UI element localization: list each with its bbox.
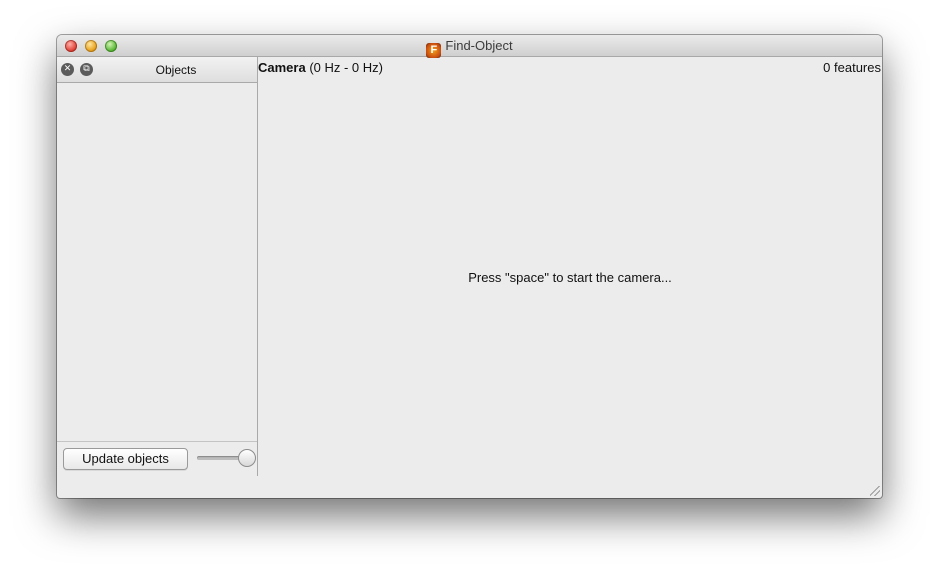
- dock-header: ✕ ⧉ Objects: [57, 57, 257, 83]
- camera-label: Camera: [258, 60, 306, 75]
- window-title-group: F Find-Object: [57, 38, 882, 58]
- camera-status-label: Camera (0 Hz - 0 Hz): [258, 60, 383, 75]
- update-objects-button[interactable]: Update objects: [63, 448, 188, 470]
- main-window: F Find-Object ✕ ⧉ Objects Update objects …: [57, 35, 882, 498]
- app-icon: F: [426, 43, 442, 58]
- dock-title: Objects: [155, 63, 197, 77]
- features-count: 0 features: [823, 60, 881, 75]
- resize-grip-icon[interactable]: [870, 486, 880, 496]
- camera-rate: (0 Hz - 0 Hz): [305, 60, 383, 75]
- camera-hint-text: Press "space" to start the camera...: [468, 270, 672, 285]
- objects-dock-panel: ✕ ⧉ Objects Update objects: [57, 57, 258, 476]
- window-title: Find-Object: [445, 38, 513, 53]
- slider-handle[interactable]: [238, 449, 256, 467]
- title-bar[interactable]: F Find-Object: [57, 35, 882, 58]
- objects-list[interactable]: [57, 83, 257, 442]
